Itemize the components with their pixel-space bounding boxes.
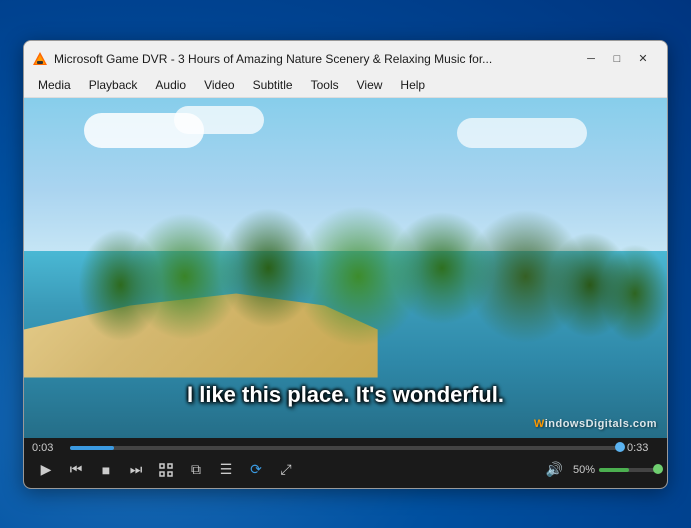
progress-row: 0:03 0:33 (32, 442, 659, 454)
maximize-button[interactable]: □ (605, 50, 629, 68)
title-bar: Microsoft Game DVR - 3 Hours of Amazing … (24, 41, 667, 73)
menu-audio[interactable]: Audio (147, 75, 194, 95)
menu-media[interactable]: Media (30, 75, 79, 95)
time-total: 0:33 (627, 442, 659, 454)
time-current: 0:03 (32, 442, 64, 454)
volume-area: 🔊 50% (546, 461, 659, 478)
watermark: WindowsDigitals.com (534, 418, 657, 430)
prev-button[interactable]: ⏮ (62, 458, 90, 482)
minimize-button[interactable]: ─ (579, 50, 603, 68)
volume-fill (599, 468, 629, 472)
buttons-row: ▶ ⏮ ■ ⏭ ⧉ ☰ ⟳ ⤢ 🔊 50% (32, 458, 659, 482)
vlc-window: Microsoft Game DVR - 3 Hours of Amazing … (23, 40, 668, 489)
stop-button[interactable]: ■ (92, 458, 120, 482)
watermark-w: W (534, 418, 545, 430)
menu-view[interactable]: View (349, 75, 391, 95)
cloud-3 (457, 118, 587, 148)
tree-bg (24, 183, 667, 353)
extended-button[interactable]: ⧉ (182, 458, 210, 482)
volume-track[interactable] (599, 468, 659, 472)
fullscreen-button[interactable] (152, 458, 180, 482)
subtitle-display: I like this place. It's wonderful. (24, 382, 667, 408)
menu-tools[interactable]: Tools (303, 75, 347, 95)
next-button[interactable]: ⏭ (122, 458, 150, 482)
menu-video[interactable]: Video (196, 75, 242, 95)
vlc-icon (32, 51, 48, 67)
window-title: Microsoft Game DVR - 3 Hours of Amazing … (54, 52, 571, 66)
volume-icon: 🔊 (546, 461, 563, 478)
playlist-button[interactable]: ☰ (212, 458, 240, 482)
play-button[interactable]: ▶ (32, 458, 60, 482)
menu-help[interactable]: Help (392, 75, 433, 95)
menu-bar: Media Playback Audio Video Subtitle Tool… (24, 73, 667, 98)
loop-button[interactable]: ⟳ (242, 458, 270, 482)
close-button[interactable]: ✕ (631, 50, 655, 68)
volume-label: 50% (567, 464, 595, 476)
progress-track[interactable] (70, 446, 621, 450)
volume-thumb (653, 464, 663, 474)
progress-fill (70, 446, 114, 450)
window-controls: ─ □ ✕ (579, 50, 655, 68)
progress-thumb (615, 442, 625, 452)
controls-area: 0:03 0:33 ▶ ⏮ ■ ⏭ ⧉ ☰ (24, 438, 667, 488)
cloud-2 (174, 106, 264, 134)
menu-playback[interactable]: Playback (81, 75, 146, 95)
video-area[interactable]: I like this place. It's wonderful. Windo… (24, 98, 667, 438)
random-button[interactable]: ⤢ (272, 458, 300, 482)
menu-subtitle[interactable]: Subtitle (245, 75, 301, 95)
